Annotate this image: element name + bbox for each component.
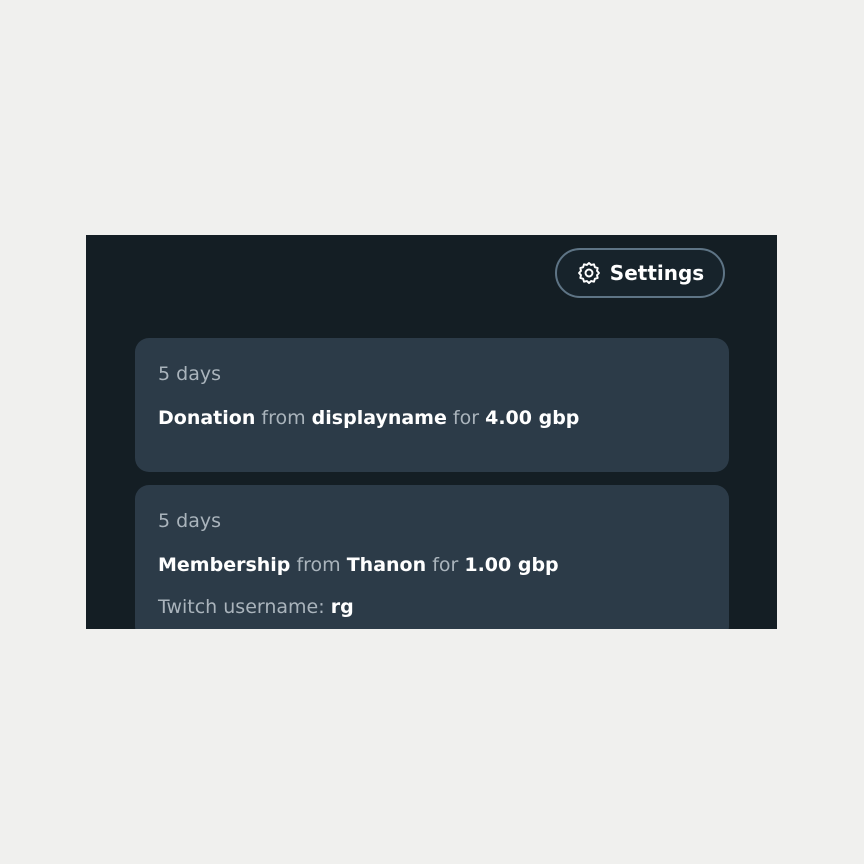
event-from-word: from — [261, 407, 306, 429]
event-type: Membership — [158, 554, 291, 576]
event-from-word: from — [296, 554, 341, 576]
event-for-word: for — [452, 407, 480, 429]
event-summary: Membership from Thanon for 1.00 gbp — [158, 552, 706, 578]
settings-button[interactable]: Settings — [555, 248, 725, 298]
gear-icon — [576, 260, 602, 286]
event-card: 5 days Membership from Thanon for 1.00 g… — [135, 485, 729, 629]
event-extra-value: rg — [330, 596, 354, 618]
event-sender-name: displayname — [311, 407, 447, 429]
event-extra-info: Twitch username: rg — [158, 594, 706, 620]
event-card: 5 days Donation from displayname for 4.0… — [135, 338, 729, 472]
event-time: 5 days — [158, 510, 221, 532]
event-time: 5 days — [158, 363, 221, 385]
settings-button-label: Settings — [609, 261, 705, 285]
event-list: 5 days Donation from displayname for 4.0… — [135, 338, 729, 629]
event-sender-name: Thanon — [346, 554, 427, 576]
event-for-word: for — [432, 554, 459, 576]
event-summary: Donation from displayname for 4.00 gbp — [158, 405, 706, 431]
event-amount: 4.00 gbp — [485, 407, 580, 429]
event-type: Donation — [158, 407, 256, 429]
event-extra-label: Twitch username: — [158, 596, 325, 618]
event-amount: 1.00 gbp — [464, 554, 559, 576]
alerts-panel: Settings 5 days Donation from displaynam… — [86, 235, 777, 629]
